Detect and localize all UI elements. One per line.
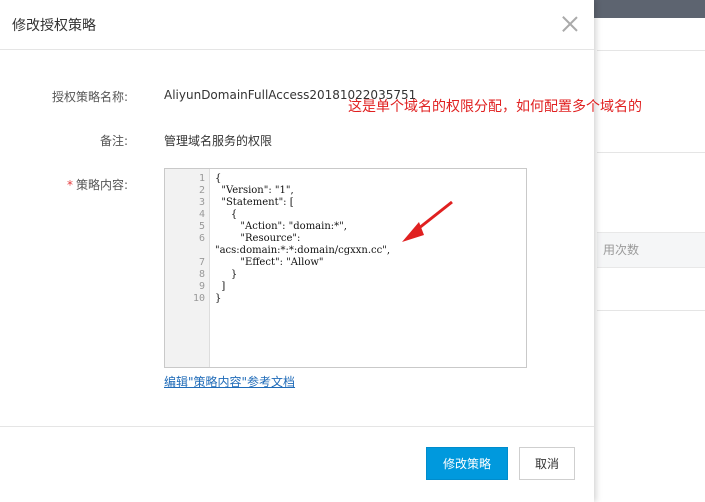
annotation-arrow-icon — [402, 200, 453, 242]
